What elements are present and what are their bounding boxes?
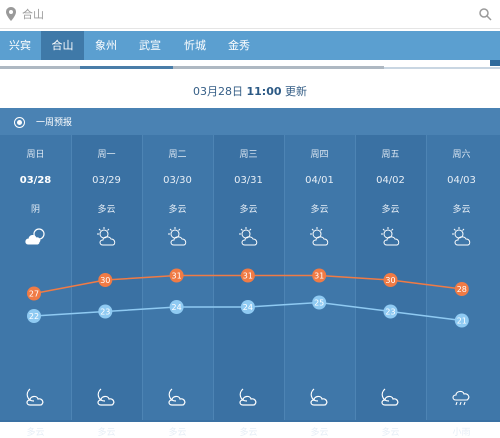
day-column[interactable]: 周日 03/28 阴 多云 [0,135,71,438]
cloudy-night-icon [95,387,119,407]
day-date: 03/30 [163,175,192,186]
day-condition: 阴 [30,205,40,215]
day-date: 03/29 [92,175,121,186]
day-date: 04/03 [447,175,476,186]
update-time-label: 03月28日 11:00 更新 [0,72,500,108]
day-column[interactable]: 周六 04/03 多云 小雨 [426,135,500,438]
day-name: 周六 [452,150,471,160]
night-condition: 多云 [381,428,400,438]
city-tab-bar: 兴宾 合山 象州 武宣 忻城 金秀 [0,31,500,60]
day-column[interactable]: 周一 03/29 多云 多云 [71,135,142,438]
night-condition: 多云 [26,428,45,438]
day-date: 03/28 [19,175,52,186]
partly-cloudy-icon [379,227,403,247]
scroll-indicator [0,60,500,72]
partly-cloudy-icon [308,227,332,247]
tab-city-3[interactable]: 武宣 [128,31,172,60]
day-column[interactable]: 周三 03/31 多云 多云 [213,135,284,438]
day-condition: 多云 [452,205,471,215]
day-column[interactable]: 周五 04/02 多云 多云 [355,135,426,438]
night-condition: 多云 [310,428,329,438]
tab-city-1[interactable]: 合山 [41,31,84,60]
cloudy-night-icon [379,387,403,407]
update-suffix: 更新 [285,85,307,98]
forecast-header: 一周预报 [0,108,500,135]
day-name: 周日 [26,150,45,160]
cloudy-night-icon [24,387,48,407]
day-condition: 多云 [168,205,187,215]
cloudy-night-icon [308,387,332,407]
day-name: 周二 [168,150,187,160]
search-bar[interactable]: 合山 [0,0,500,29]
day-date: 03/31 [234,175,263,186]
partly-cloudy-icon [450,227,474,247]
tab-city-2[interactable]: 象州 [86,31,126,60]
partly-cloudy-icon [237,227,261,247]
overcast-icon [24,227,48,247]
night-condition: 多云 [97,428,116,438]
night-condition: 多云 [239,428,258,438]
day-condition: 多云 [239,205,258,215]
search-input[interactable]: 合山 [22,6,44,22]
cloudy-night-icon [237,387,261,407]
tab-city-5[interactable]: 金秀 [218,31,260,60]
update-date: 03月28日 [192,85,243,98]
day-condition: 多云 [97,205,116,215]
day-name: 周一 [97,150,116,160]
forecast-title: 一周预报 [36,118,73,128]
scroll-indicator-thumb [80,66,173,69]
partly-cloudy-icon [166,227,190,247]
day-name: 周三 [239,150,258,160]
day-column[interactable]: 周四 04/01 多云 多云 [284,135,355,438]
day-date: 04/01 [305,175,334,186]
forecast-panel: 一周预报 周日 03/28 阴 多云 周一 03/29 多云 多云 周二 03/… [0,108,500,438]
day-name: 周五 [381,150,400,160]
night-condition: 小雨 [452,428,471,438]
day-name: 周四 [310,150,329,160]
location-pin-icon [6,6,16,25]
search-icon[interactable] [479,6,492,25]
tab-city-0[interactable]: 兴宾 [0,31,40,60]
day-condition: 多云 [310,205,329,215]
update-time: 11:00 [246,85,282,98]
night-condition: 多云 [168,428,187,438]
partly-cloudy-icon [95,227,119,247]
cloudy-night-icon [166,387,190,407]
day-condition: 多云 [381,205,400,215]
light-rain-icon [450,387,474,407]
day-date: 04/02 [376,175,405,186]
day-column[interactable]: 周二 03/30 多云 多云 [142,135,213,438]
tab-city-4[interactable]: 忻城 [173,31,217,60]
radio-icon[interactable] [14,117,25,128]
